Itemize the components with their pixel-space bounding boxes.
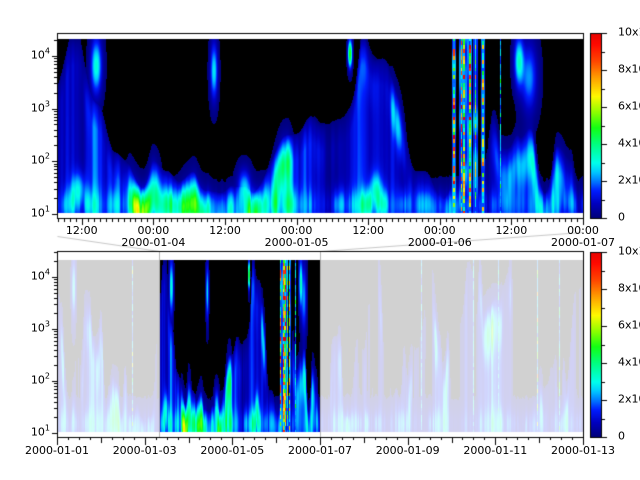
x-date-label: 2000-01-07 [288,445,352,456]
y-tick-label: 104 [31,48,50,61]
y-tick-label: 101 [31,425,50,438]
x-date-label: 2000-01-03 [113,445,177,456]
y-tick-label: 103 [31,100,50,113]
x-tick-label: 00:00 [281,225,313,236]
colorbar-tick-label: 10x107 [618,25,640,38]
x-date-label: 2000-01-05 [200,445,264,456]
colorbar-tick-label: 8x107 [618,281,640,294]
y-tick-label: 104 [31,269,50,282]
x-date-label: 2000-01-06 [408,237,472,248]
x-tick-label: 00:00 [424,225,456,236]
detail-colorbar [590,33,601,218]
detail-plot-area[interactable] [57,33,583,218]
colorbar-tick-label: 2x107 [618,392,640,405]
colorbar-tick-label: 2x107 [618,173,640,186]
colorbar-tick-label: 6x107 [618,318,640,331]
x-date-label: 2000-01-09 [376,445,440,456]
colorbar-tick-label: 6x107 [618,99,640,112]
x-date-label: 2000-01-11 [463,445,527,456]
colorbar-tick-label: 4x107 [618,136,640,149]
y-tick-label: 101 [31,206,50,219]
x-date-label: 2000-01-05 [265,237,329,248]
zoom-selection-box[interactable] [159,251,320,437]
x-tick-label: 12:00 [66,225,98,236]
y-tick-label: 102 [31,373,50,386]
x-tick-label: 12:00 [496,225,528,236]
context-plot-area[interactable] [57,251,583,437]
colorbar-tick-label: 0 [618,210,625,223]
x-date-label: 2000-01-07 [551,237,615,248]
x-tick-label: 00:00 [567,225,599,236]
colorbar-tick-label: 0 [618,429,625,442]
context-colorbar [590,252,601,437]
colorbar-tick-label: 8x107 [618,62,640,75]
x-tick-label: 12:00 [352,225,384,236]
x-tick-label: 00:00 [138,225,170,236]
x-date-label: 2000-01-13 [551,445,615,456]
x-tick-label: 12:00 [209,225,241,236]
spectrogram-viewer: 12:0000:002000-01-0412:0000:002000-01-05… [0,0,640,480]
colorbar-tick-label: 4x107 [618,355,640,368]
y-tick-label: 103 [31,321,50,334]
colorbar-tick-label: 10x107 [618,244,640,257]
x-date-label: 2000-01-04 [121,237,185,248]
x-date-label: 2000-01-01 [25,445,89,456]
y-tick-label: 102 [31,153,50,166]
